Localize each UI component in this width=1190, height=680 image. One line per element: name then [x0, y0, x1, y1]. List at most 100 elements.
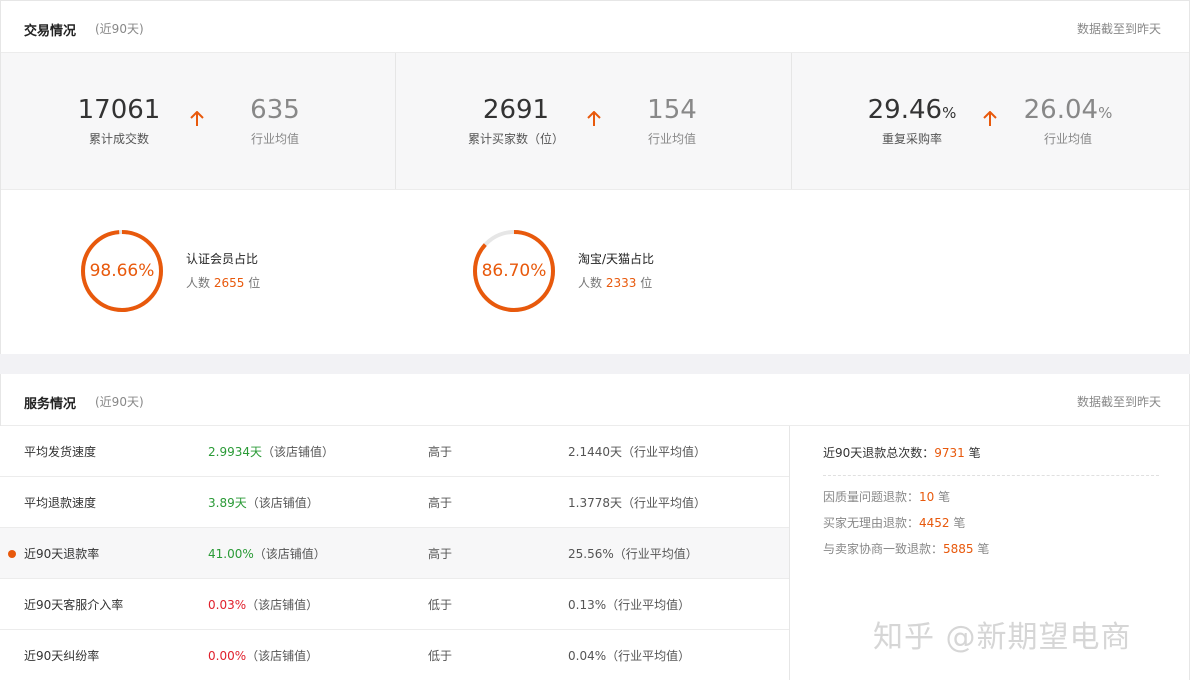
compare-text: 低于	[428, 598, 453, 612]
highlight-dot-icon	[8, 550, 16, 558]
industry-average: 2.1440天（行业平均值）	[568, 445, 706, 459]
stat-number: 2691	[482, 95, 550, 125]
compare-text: 高于	[428, 547, 453, 561]
arrow-up-icon	[983, 111, 997, 126]
refund-number: 5885	[943, 542, 974, 556]
watermark: 知乎 @新期望电商	[873, 620, 1132, 655]
table-row: 平均退款速度 3.89天（该店铺值） 高于 1.3778天（行业平均值）	[0, 477, 789, 528]
table-row: 近90天纠纷率 0.00%（该店铺值） 低于 0.04%（行业平均值）	[0, 630, 789, 680]
compare-text: 低于	[428, 649, 453, 663]
shop-value-number: 3.89天	[208, 496, 247, 510]
refund-label: 买家无理由退款：	[823, 516, 920, 530]
refund-label: 与卖家协商一致退款：	[823, 542, 944, 556]
ring-count-prefix: 人数	[578, 276, 603, 290]
metric-name: 平均退款速度	[24, 496, 97, 510]
compare-text: 高于	[428, 445, 453, 459]
shop-value-suffix: （该店铺值）	[246, 649, 319, 663]
trade-title: 交易情况	[24, 24, 77, 39]
industry-number: 635	[250, 95, 300, 125]
column-divider	[789, 426, 790, 680]
stat-label: 累计买家数（位）	[467, 132, 564, 146]
ring-count-prefix: 人数	[186, 276, 211, 290]
trade-period: (近90天)	[95, 22, 144, 36]
shop-value-suffix: （该店铺值）	[246, 598, 319, 612]
refund-unit: 笔	[938, 490, 951, 504]
industry-value: 26.04%	[1018, 95, 1118, 128]
table-row: 平均发货速度 2.9934天（该店铺值） 高于 2.1440天（行业平均值）	[0, 426, 789, 477]
ring-taobao-tmall: 86.70%	[472, 229, 556, 313]
ring-count-number: 2655	[213, 276, 245, 290]
industry-average: 1.3778天（行业平均值）	[568, 496, 706, 510]
ring-verified-members: 98.66%	[80, 229, 164, 313]
service-header: 服务情况 (近90天) 数据截至到昨天	[1, 374, 1189, 426]
refund-unit: 笔	[977, 542, 990, 556]
stat-repurchase: 29.46% 重复采购率 26.04% 行业均值	[791, 53, 1189, 189]
industry-value: 154	[622, 95, 722, 128]
industry-value: 635	[225, 95, 325, 128]
stat-value: 2691	[456, 95, 576, 128]
shop-value-number: 41.00%	[208, 547, 254, 561]
industry-number: 154	[647, 95, 697, 125]
table-row-highlighted: 近90天退款率 41.00%（该店铺值） 高于 25.56%（行业平均值）	[0, 528, 789, 579]
shop-value: 3.89天（该店铺值）	[208, 494, 319, 511]
service-period: (近90天)	[95, 395, 144, 409]
stat-value: 17061	[61, 95, 177, 128]
stat-label: 累计成交数	[88, 132, 149, 146]
refund-quality: 因质量问题退款：10 笔	[823, 488, 950, 505]
shop-value: 0.03%（该店铺值）	[208, 596, 318, 613]
stat-label: 重复采购率	[881, 132, 942, 146]
ring-label: 淘宝/天猫占比	[578, 252, 655, 266]
ring-count-number: 2333	[605, 276, 637, 290]
refund-total: 近90天退款总次数：9731 笔	[823, 444, 981, 461]
industry-average: 0.04%（行业平均值）	[568, 649, 691, 663]
trade-header: 交易情况 (近90天) 数据截至到昨天	[1, 1, 1189, 53]
shop-value-suffix: （该店铺值）	[262, 445, 335, 459]
refund-negotiated: 与卖家协商一致退款：5885 笔	[823, 540, 989, 557]
service-data-note: 数据截至到昨天	[1076, 395, 1161, 409]
ring-count-suffix: 位	[640, 276, 653, 290]
shop-value: 41.00%（该店铺值）	[208, 545, 326, 562]
refund-total-label: 近90天退款总次数：	[823, 446, 935, 460]
ring-count: 人数 2333 位	[578, 274, 652, 291]
trade-panel: 交易情况 (近90天) 数据截至到昨天 17061 累计成交数 635 行业均值…	[0, 0, 1190, 354]
stat-buyers: 2691 累计买家数（位） 154 行业均值	[395, 53, 791, 189]
ring-label: 认证会员占比	[186, 252, 259, 266]
shop-value-number: 0.03%	[208, 598, 247, 612]
ring-count: 人数 2655 位	[186, 274, 260, 291]
stat-orders: 17061 累计成交数 635 行业均值	[1, 53, 395, 189]
industry-label: 行业均值	[250, 132, 299, 146]
refund-total-unit: 笔	[968, 446, 981, 460]
industry-label: 行业均值	[647, 132, 696, 146]
metric-name: 近90天退款率	[24, 547, 100, 561]
ring-percent: 98.66%	[89, 261, 155, 281]
industry-label: 行业均值	[1043, 132, 1092, 146]
metric-name: 近90天客服介入率	[24, 598, 124, 612]
shop-value-number: 0.00%	[208, 649, 247, 663]
stat-number: 29.46	[867, 95, 943, 125]
stat-unit: %	[942, 104, 957, 122]
industry-average: 0.13%（行业平均值）	[568, 598, 691, 612]
industry-number: 26.04	[1023, 95, 1099, 125]
industry-unit: %	[1098, 104, 1113, 122]
compare-text: 高于	[428, 496, 453, 510]
shop-value-suffix: （该店铺值）	[246, 496, 319, 510]
service-title: 服务情况	[24, 397, 77, 412]
table-row: 近90天客服介入率 0.03%（该店铺值） 低于 0.13%（行业平均值）	[0, 579, 789, 630]
refund-label: 因质量问题退款：	[823, 490, 920, 504]
refund-number: 4452	[919, 516, 950, 530]
ring-count-suffix: 位	[248, 276, 261, 290]
shop-value: 2.9934天（该店铺值）	[208, 443, 334, 460]
shop-value: 0.00%（该店铺值）	[208, 647, 318, 664]
stat-value: 29.46%	[852, 95, 972, 128]
trade-data-note: 数据截至到昨天	[1076, 22, 1161, 36]
trade-stats: 17061 累计成交数 635 行业均值 2691 累计买家数（位） 154 行…	[1, 53, 1189, 190]
refund-no-reason: 买家无理由退款：4452 笔	[823, 514, 965, 531]
refund-unit: 笔	[953, 516, 966, 530]
arrow-up-icon	[190, 111, 204, 126]
shop-value-number: 2.9934天	[208, 445, 262, 459]
metric-name: 平均发货速度	[24, 445, 97, 459]
dashed-divider	[823, 475, 1159, 476]
shop-value-suffix: （该店铺值）	[253, 547, 326, 561]
refund-total-number: 9731	[934, 446, 965, 460]
ring-percent: 86.70%	[481, 261, 547, 281]
